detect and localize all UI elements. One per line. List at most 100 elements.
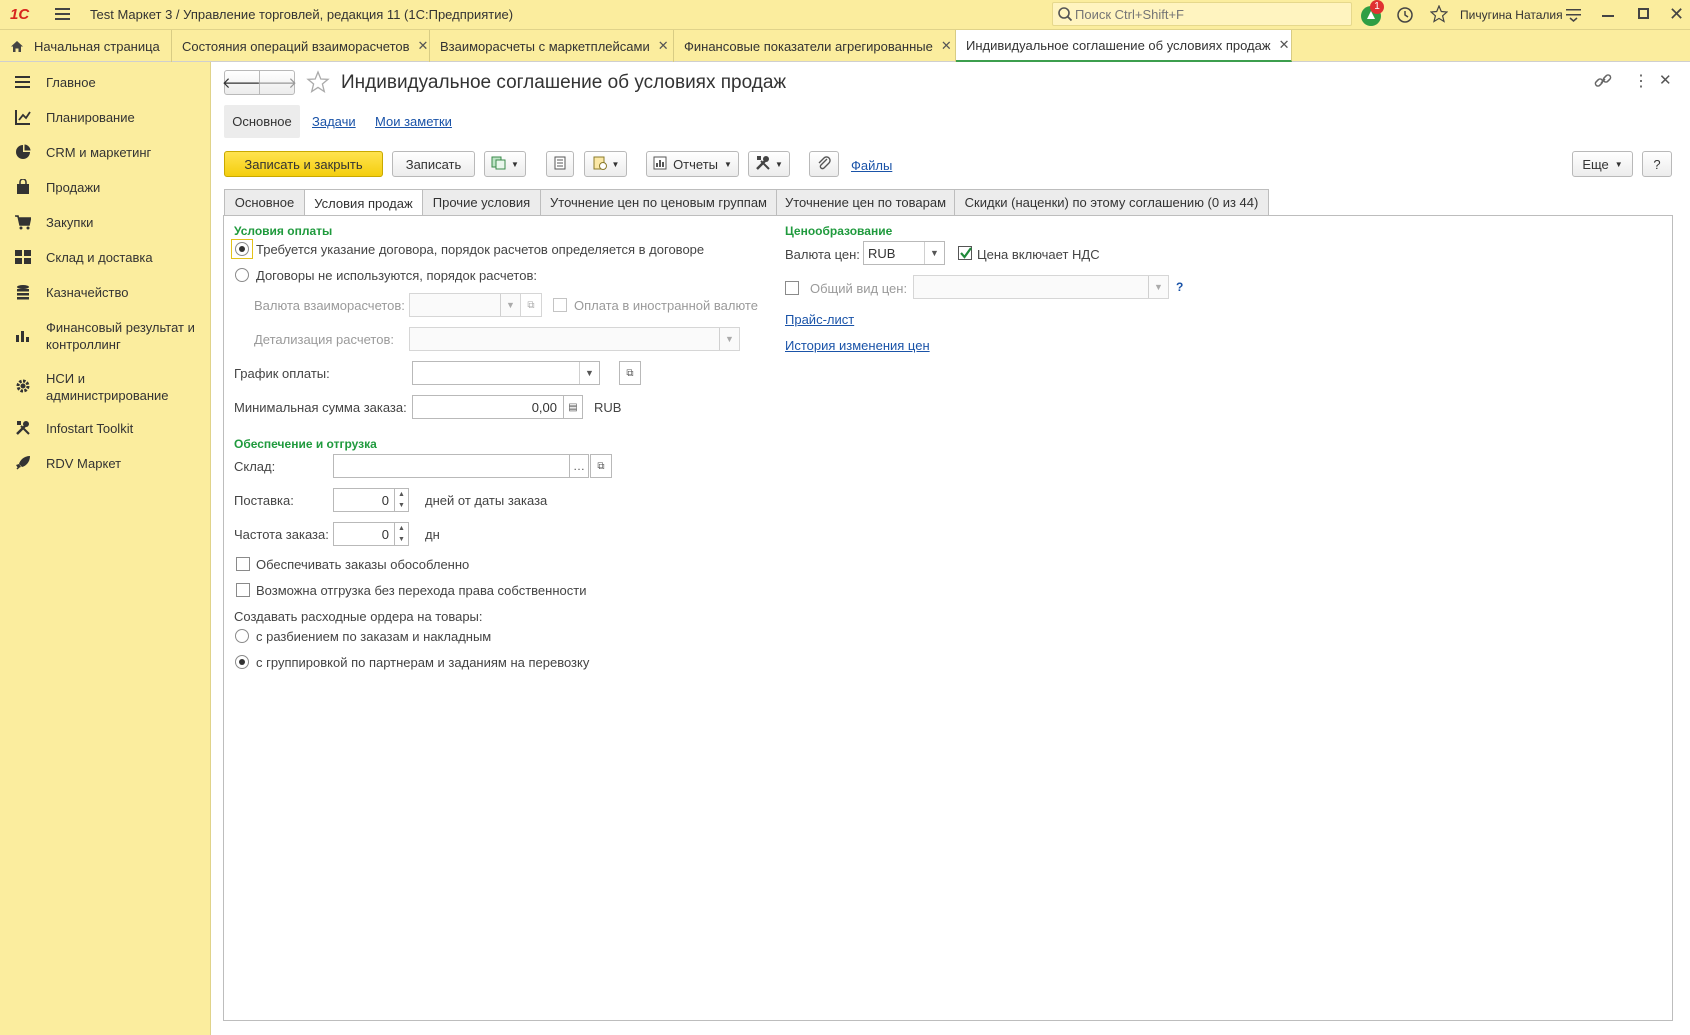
user-name[interactable]: Пичугина Наталия bbox=[1460, 8, 1563, 22]
forward-button[interactable]: 🡒 bbox=[257, 70, 297, 95]
sidebar-item-purchases[interactable]: Закупки bbox=[0, 212, 211, 234]
create-based-on-button[interactable]: ▼ bbox=[484, 151, 526, 177]
main-menu-icon[interactable] bbox=[55, 7, 71, 21]
general-price-help[interactable]: ? bbox=[1176, 280, 1183, 294]
radio-no-contract[interactable] bbox=[235, 268, 249, 282]
price-includes-vat-checkbox[interactable] bbox=[958, 246, 972, 260]
order-frequency-stepper[interactable]: ▲ ▼ bbox=[395, 522, 409, 546]
form-tab-price-groups[interactable]: Уточнение цен по ценовым группам bbox=[540, 189, 777, 215]
tab-marketplace-settlements[interactable]: Взаиморасчеты с маркетплейсами ✕ bbox=[430, 30, 674, 62]
save-button[interactable]: Записать bbox=[392, 151, 475, 177]
global-search[interactable] bbox=[1052, 2, 1352, 26]
dropdown-arrow-icon[interactable]: ▼ bbox=[924, 242, 944, 264]
settlement-currency-field: ▼ bbox=[409, 293, 521, 317]
more-actions-icon[interactable]: ⋮ bbox=[1633, 71, 1649, 91]
form-tab-discounts[interactable]: Скидки (наценки) по этому соглашению (0 … bbox=[954, 189, 1269, 215]
document-list-button[interactable] bbox=[546, 151, 574, 177]
close-window-icon[interactable]: ✕ bbox=[1669, 4, 1684, 25]
form-tab-sales-conditions[interactable]: Условия продаж bbox=[304, 189, 423, 216]
price-list-link[interactable]: Прайс-лист bbox=[785, 312, 854, 327]
favorites-star-icon[interactable] bbox=[1429, 4, 1449, 26]
chevron-down-icon[interactable]: ▼ bbox=[398, 502, 405, 509]
separate-orders-checkbox[interactable] bbox=[236, 557, 250, 571]
home-icon bbox=[10, 40, 24, 53]
radio-split-orders-label[interactable]: с разбиением по заказам и накладным bbox=[256, 629, 491, 644]
link-icon[interactable] bbox=[1594, 72, 1612, 93]
open-icon[interactable]: ⧉ bbox=[590, 454, 612, 478]
price-history-link[interactable]: История изменения цен bbox=[785, 338, 930, 353]
help-button[interactable]: ? bbox=[1642, 151, 1672, 177]
delivery-days-field[interactable]: 0 bbox=[333, 488, 395, 512]
form-tab-price-items[interactable]: Уточнение цен по товарам bbox=[776, 189, 955, 215]
tab-financial-indicators[interactable]: Финансовые показатели агрегированные ✕ bbox=[674, 30, 956, 62]
min-order-sum-field[interactable]: 0,00 bbox=[412, 395, 564, 419]
close-form-icon[interactable]: ✕ bbox=[1659, 71, 1672, 89]
tools-menu-button[interactable]: ▼ bbox=[748, 151, 790, 177]
form-tab-other-conditions[interactable]: Прочие условия bbox=[422, 189, 541, 215]
sidebar-item-planning[interactable]: Планирование bbox=[0, 107, 211, 129]
general-price-type-field: ▼ bbox=[913, 275, 1169, 299]
chevron-down-icon: ▼ bbox=[724, 159, 732, 169]
sidebar-item-crm[interactable]: CRM и маркетинг bbox=[0, 142, 211, 164]
ownership-shipment-checkbox[interactable] bbox=[236, 583, 250, 597]
radio-group-partners-label[interactable]: с группировкой по партнерам и заданиям н… bbox=[256, 655, 589, 670]
close-tab-icon[interactable]: ✕ bbox=[941, 38, 952, 54]
radio-group-partners[interactable] bbox=[235, 655, 249, 669]
more-button[interactable]: Еще ▼ bbox=[1572, 151, 1633, 177]
search-input[interactable] bbox=[1075, 5, 1345, 23]
settings-menu-icon[interactable] bbox=[1566, 8, 1582, 25]
payment-schedule-field[interactable]: ▼ bbox=[412, 361, 600, 385]
warehouse-field[interactable] bbox=[333, 454, 570, 478]
sidebar-item-infostart-toolkit[interactable]: Infostart Toolkit bbox=[0, 418, 211, 440]
tab-settlement-states[interactable]: Состояния операций взаиморасчетов ✕ bbox=[172, 30, 430, 62]
chevron-up-icon[interactable]: ▲ bbox=[398, 525, 405, 532]
back-button[interactable]: 🡐 bbox=[222, 70, 262, 95]
chevron-up-icon[interactable]: ▲ bbox=[398, 491, 405, 498]
files-link[interactable]: Файлы bbox=[851, 158, 892, 173]
sidebar-item-financial-result[interactable]: Финансовый результат и контроллинг bbox=[0, 317, 211, 357]
dropdown-arrow-icon[interactable]: ▼ bbox=[579, 362, 599, 384]
sidebar-item-warehouse[interactable]: Склад и доставка bbox=[0, 247, 211, 269]
save-and-close-button[interactable]: Записать и закрыть bbox=[224, 151, 383, 177]
form-tab-main[interactable]: Основное bbox=[224, 189, 305, 215]
ownership-shipment-label[interactable]: Возможна отгрузка без перехода права соб… bbox=[256, 583, 586, 598]
maximize-icon[interactable] bbox=[1638, 8, 1649, 19]
print-button[interactable]: ▼ bbox=[584, 151, 627, 177]
calculator-icon[interactable]: ▤ bbox=[563, 395, 583, 419]
minimize-icon[interactable] bbox=[1602, 15, 1614, 17]
sidebar-item-sales[interactable]: Продажи bbox=[0, 177, 211, 199]
sidebar-item-main[interactable]: Главное bbox=[0, 72, 211, 94]
close-tab-icon[interactable]: ✕ bbox=[1279, 37, 1290, 53]
app-logo[interactable]: 1С bbox=[10, 6, 29, 23]
history-icon[interactable] bbox=[1396, 6, 1414, 27]
price-includes-vat-label[interactable]: Цена включает НДС bbox=[977, 247, 1100, 262]
tab-label: Взаиморасчеты с маркетплейсами bbox=[440, 38, 650, 54]
sidebar-item-treasury[interactable]: Казначейство bbox=[0, 282, 211, 304]
close-tab-icon[interactable]: ✕ bbox=[658, 38, 669, 54]
nav-panel-main[interactable]: Основное bbox=[224, 105, 300, 138]
sidebar-item-nsi-admin[interactable]: НСИ и администрирование bbox=[0, 368, 211, 408]
chevron-down-icon[interactable]: ▼ bbox=[398, 536, 405, 543]
tab-home[interactable]: Начальная страница bbox=[0, 30, 172, 62]
radio-no-contract-label[interactable]: Договоры не используются, порядок расчет… bbox=[256, 268, 537, 283]
reports-button[interactable]: Отчеты ▼ bbox=[646, 151, 739, 177]
nav-link-notes[interactable]: Мои заметки bbox=[375, 114, 452, 129]
open-icon[interactable]: ⧉ bbox=[619, 361, 641, 385]
attach-files-button[interactable] bbox=[809, 151, 839, 177]
document-list-icon bbox=[554, 156, 566, 173]
radio-contract-required-label[interactable]: Требуется указание договора, порядок рас… bbox=[256, 242, 704, 257]
sidebar-item-rdv-market[interactable]: RDV Маркет bbox=[0, 453, 211, 475]
price-currency-field[interactable]: RUB ▼ bbox=[863, 241, 945, 265]
nav-link-tasks[interactable]: Задачи bbox=[312, 114, 356, 129]
separate-orders-label[interactable]: Обеспечивать заказы обособленно bbox=[256, 557, 469, 572]
close-tab-icon[interactable]: ✕ bbox=[418, 38, 429, 54]
radio-split-orders[interactable] bbox=[235, 629, 249, 643]
delivery-days-stepper[interactable]: ▲ ▼ bbox=[395, 488, 409, 512]
tab-sales-agreement[interactable]: Индивидуальное соглашение об условиях пр… bbox=[956, 30, 1292, 62]
order-frequency-label: Частота заказа: bbox=[234, 527, 329, 542]
select-ellipsis-icon[interactable]: … bbox=[569, 454, 589, 478]
general-price-type-checkbox[interactable] bbox=[785, 281, 799, 295]
order-frequency-field[interactable]: 0 bbox=[333, 522, 395, 546]
radio-contract-required[interactable] bbox=[235, 242, 249, 256]
favorite-star-icon[interactable] bbox=[306, 70, 330, 97]
